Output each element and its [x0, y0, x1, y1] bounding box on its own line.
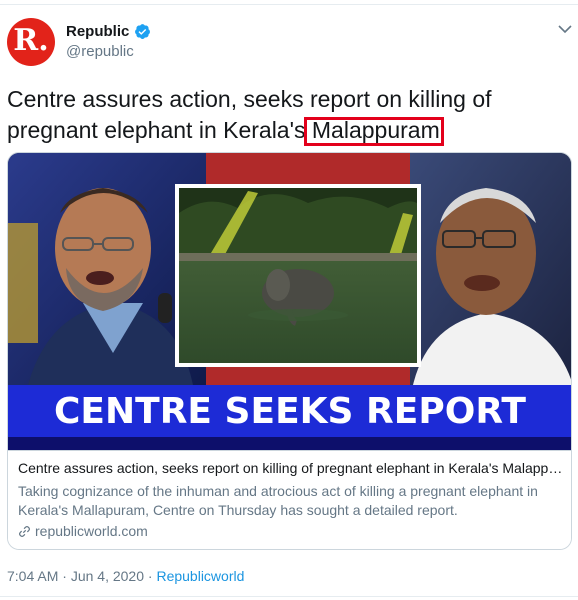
- handle[interactable]: @republic: [66, 43, 134, 60]
- card-text-area[interactable]: Centre assures action, seeks report on k…: [8, 450, 571, 549]
- card-title[interactable]: Centre assures action, seeks report on k…: [18, 460, 563, 476]
- meta-separator: ·: [58, 568, 71, 584]
- verified-badge-icon: [135, 24, 151, 39]
- tweet-text: Centre assures action, seeks report on k…: [7, 84, 567, 146]
- card-description: Taking cognizance of the inhuman and atr…: [18, 483, 538, 518]
- card-image[interactable]: CENTRE SEEKS REPORT: [8, 153, 571, 450]
- source-link[interactable]: Republicworld: [156, 568, 244, 584]
- tweet-date[interactable]: Jun 4, 2020: [71, 568, 144, 584]
- card-image-collage: CENTRE SEEKS REPORT: [8, 153, 571, 450]
- highlighted-word: Malappuram: [311, 117, 440, 143]
- account-name-row[interactable]: Republic: [66, 23, 151, 40]
- display-name[interactable]: Republic: [66, 23, 129, 40]
- link-preview-card[interactable]: CENTRE SEEKS REPORT Centre assures actio…: [7, 152, 572, 550]
- top-divider: [0, 4, 578, 5]
- card-domain-text: republicworld.com: [35, 523, 148, 539]
- link-icon: [19, 525, 30, 537]
- bottom-divider: [0, 596, 578, 597]
- meta-separator-2: ·: [144, 568, 157, 584]
- card-domain[interactable]: republicworld.com: [18, 523, 148, 539]
- chevron-down-icon[interactable]: [558, 24, 572, 34]
- avatar-logo-letter: R.: [13, 23, 49, 58]
- tweet-time[interactable]: 7:04 AM: [7, 568, 58, 584]
- tweet-metadata: 7:04 AM · Jun 4, 2020 · Republicworld: [7, 568, 244, 584]
- avatar[interactable]: R.: [7, 18, 55, 66]
- card-banner-text: CENTRE SEEKS REPORT: [54, 391, 526, 432]
